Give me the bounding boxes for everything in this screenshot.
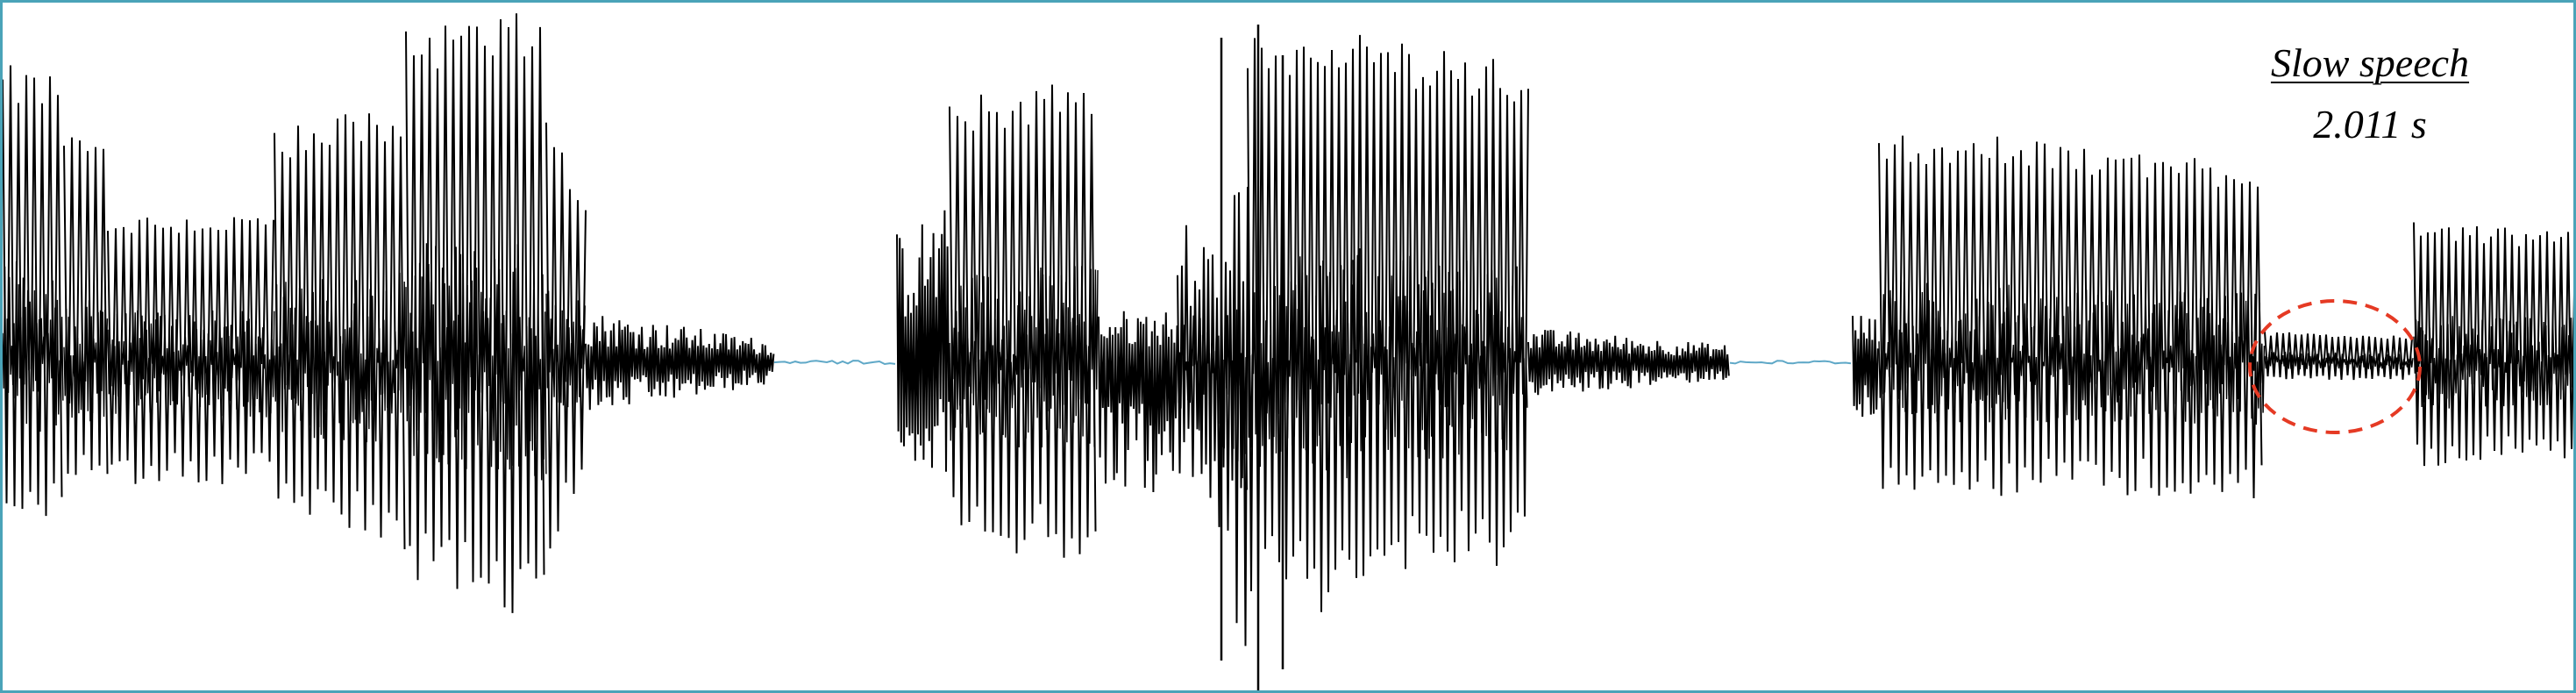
caption-title: Slow speech: [2270, 40, 2470, 85]
waveform-segment-3: [274, 113, 406, 550]
waveform-segment-1: [63, 137, 109, 475]
waveform-segment-13: [1352, 34, 1529, 578]
waveform-segment-8: [896, 210, 950, 472]
waveform-core-4: [405, 243, 547, 481]
waveform-trace: [3, 13, 2573, 690]
waveform-segment-6: [585, 316, 775, 411]
waveform-segment-10: [1098, 311, 1178, 493]
speech-waveform: [3, 13, 2573, 690]
caption-duration: 2.011 s: [2313, 102, 2427, 146]
waveform-segment-15: [1729, 360, 1852, 365]
waveform-figure: Slow speech 2.011 s: [0, 0, 2576, 693]
waveform-segment-7: [773, 360, 896, 366]
waveform-segment-16: [1852, 315, 1879, 418]
caption: Slow speech 2.011 s: [2238, 36, 2501, 152]
waveform-segment-14: [1527, 329, 1730, 396]
